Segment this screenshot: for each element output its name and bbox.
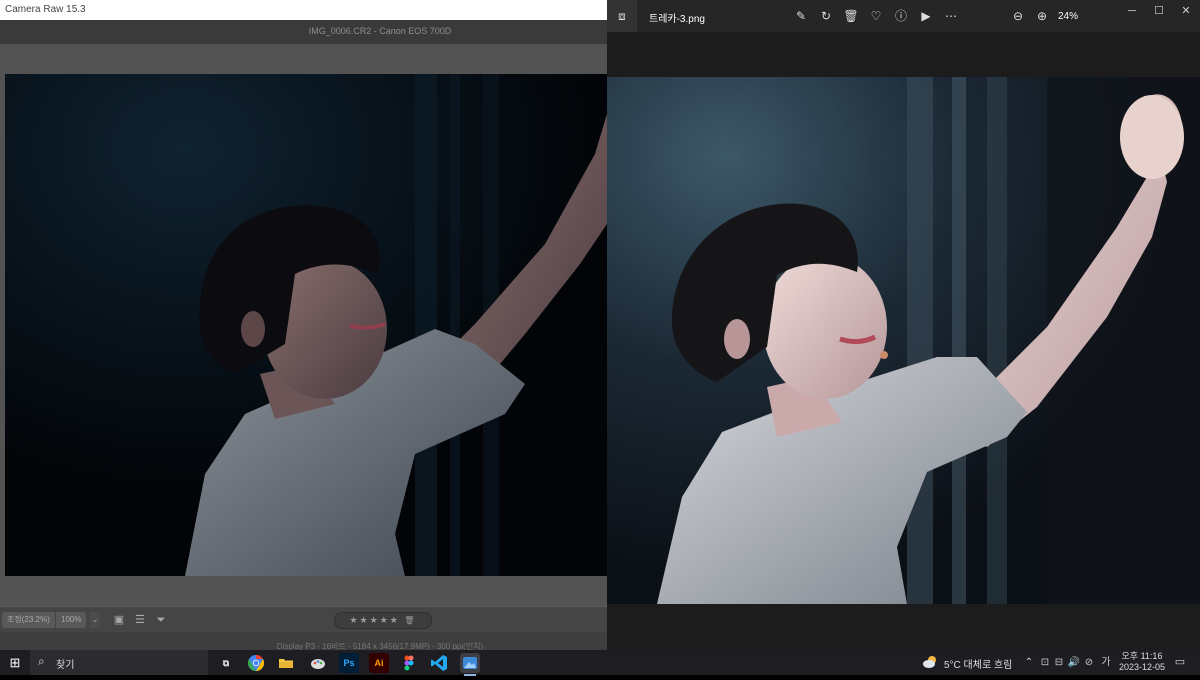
weather-cloud-icon[interactable] xyxy=(922,655,938,669)
photos-app-icon[interactable]: ⧈ xyxy=(607,0,637,32)
zoom-dropdown-chevron-icon[interactable]: ⌄ xyxy=(90,612,100,628)
active-app-indicator xyxy=(464,674,476,676)
filter-icon[interactable]: ⏷ xyxy=(152,612,170,628)
zoom-level: 24% xyxy=(1058,11,1079,22)
file-explorer-icon[interactable] xyxy=(276,653,296,673)
favorite-heart-icon[interactable]: ♡ xyxy=(867,7,885,25)
camera-raw-title: Camera Raw 15.3 xyxy=(5,4,86,15)
zoom-100-button[interactable]: 100% xyxy=(56,612,87,628)
maximize-icon[interactable]: ☐ xyxy=(1149,4,1169,18)
figma-logo-icon xyxy=(404,655,414,671)
illustrator-icon[interactable]: Ai xyxy=(369,653,389,673)
clock-time: 오후 11:16 xyxy=(1121,651,1163,661)
photos-viewer-image[interactable] xyxy=(607,77,1200,604)
delete-flag-icon[interactable]: 🗑 xyxy=(404,616,416,625)
photos-app-logo-icon xyxy=(463,657,477,669)
sort-icon[interactable]: ☰ xyxy=(131,612,149,628)
camera-raw-file-header: IMG_0006.CR2 - Canon EOS 700D xyxy=(0,20,607,44)
language-ime-icon[interactable]: 가 xyxy=(1099,656,1113,670)
photoshop-icon[interactable]: Ps xyxy=(339,653,359,673)
rating-stars[interactable]: ★★★★★ xyxy=(349,615,399,625)
search-placeholder[interactable]: 찾기 xyxy=(56,656,74,671)
minimize-icon[interactable]: ─ xyxy=(1122,4,1142,18)
more-options-icon[interactable]: ⋯ xyxy=(942,7,960,25)
zoom-in-icon[interactable]: ⊕ xyxy=(1033,7,1051,25)
vscode-logo-icon xyxy=(431,655,447,671)
zoom-out-icon[interactable]: ⊖ xyxy=(1009,7,1027,25)
volume-icon[interactable]: 🔊 xyxy=(1067,656,1081,670)
start-windows-icon[interactable]: ⊞ xyxy=(7,655,23,671)
edit-image-icon[interactable]: ✎ xyxy=(792,7,810,25)
info-icon[interactable]: ⓘ xyxy=(892,7,910,25)
taskbar-search[interactable]: ⌕ 찾기 xyxy=(30,650,208,675)
star-rating[interactable]: ★★★★★ 🗑 xyxy=(334,612,432,629)
concert-photo-edited xyxy=(607,77,1200,604)
delete-icon[interactable]: 🗑 xyxy=(842,7,860,25)
vscode-icon[interactable] xyxy=(429,653,449,673)
notification-center-icon[interactable]: ▭ xyxy=(1173,655,1187,669)
photos-viewer-window: ⧈ 트레카-3.png ✎ ↻ 🗑 ♡ ⓘ ▶ ⋯ ⊖ ⊕ 24% ─ ☐ ✕ xyxy=(607,0,1200,650)
camera-raw-titlebar: Camera Raw 15.3 xyxy=(0,0,607,21)
chrome-logo-icon xyxy=(247,654,265,672)
figma-icon[interactable] xyxy=(399,653,419,673)
concert-photo-raw xyxy=(5,74,607,576)
task-view-icon[interactable]: ⧉ xyxy=(216,653,236,673)
taskbar-clock[interactable]: 오후 11:16 2023-12-05 xyxy=(1116,651,1168,673)
windows-taskbar: ⊞ ⌕ 찾기 ⧉ Ps Ai 5°C 대체로 흐림 ⌃ ⊡ ⊟ 🔊 ⊘ 가 오후… xyxy=(0,650,1200,676)
photos-toolbar: ⧈ 트레카-3.png ✎ ↻ 🗑 ♡ ⓘ ▶ ⋯ ⊖ ⊕ 24% ─ ☐ ✕ xyxy=(607,0,1200,32)
camera-raw-preview-photo[interactable] xyxy=(5,74,607,576)
palette-icon xyxy=(311,659,325,669)
slideshow-icon[interactable]: ▶ xyxy=(917,7,935,25)
show-hidden-icons-chevron-icon[interactable]: ⌃ xyxy=(1022,656,1036,670)
weather-text[interactable]: 5°C 대체로 흐림 xyxy=(944,656,1012,671)
folder-icon xyxy=(279,659,293,668)
before-after-icon[interactable]: ▣ xyxy=(110,612,128,628)
zoom-fit-button[interactable]: 조정(23.2%) xyxy=(2,612,55,628)
photo-filename: 트레카-3.png xyxy=(649,14,705,25)
close-icon[interactable]: ✕ xyxy=(1176,4,1196,18)
camera-raw-footer: 조정(23.2%) 100% ⌄ ▣ ☰ ⏷ ★★★★★ 🗑 xyxy=(0,606,607,633)
chrome-icon[interactable] xyxy=(246,653,266,673)
network-icon[interactable]: ⊟ xyxy=(1052,656,1066,670)
clock-date: 2023-12-05 xyxy=(1118,662,1166,672)
photos-taskbar-icon[interactable] xyxy=(460,653,480,676)
camera-raw-window: Camera Raw 15.3 IMG_0006.CR2 - Canon EOS… xyxy=(0,0,607,651)
sync-icon[interactable]: ⊘ xyxy=(1082,656,1096,670)
camera-raw-info-bar: Display P3 - 16비트 - 5184 x 3456(17.9MP) … xyxy=(0,632,607,651)
paint-icon[interactable] xyxy=(308,653,328,673)
rotate-icon[interactable]: ↻ xyxy=(817,7,835,25)
search-icon: ⌕ xyxy=(38,654,45,668)
meet-now-icon[interactable]: ⊡ xyxy=(1038,656,1052,670)
